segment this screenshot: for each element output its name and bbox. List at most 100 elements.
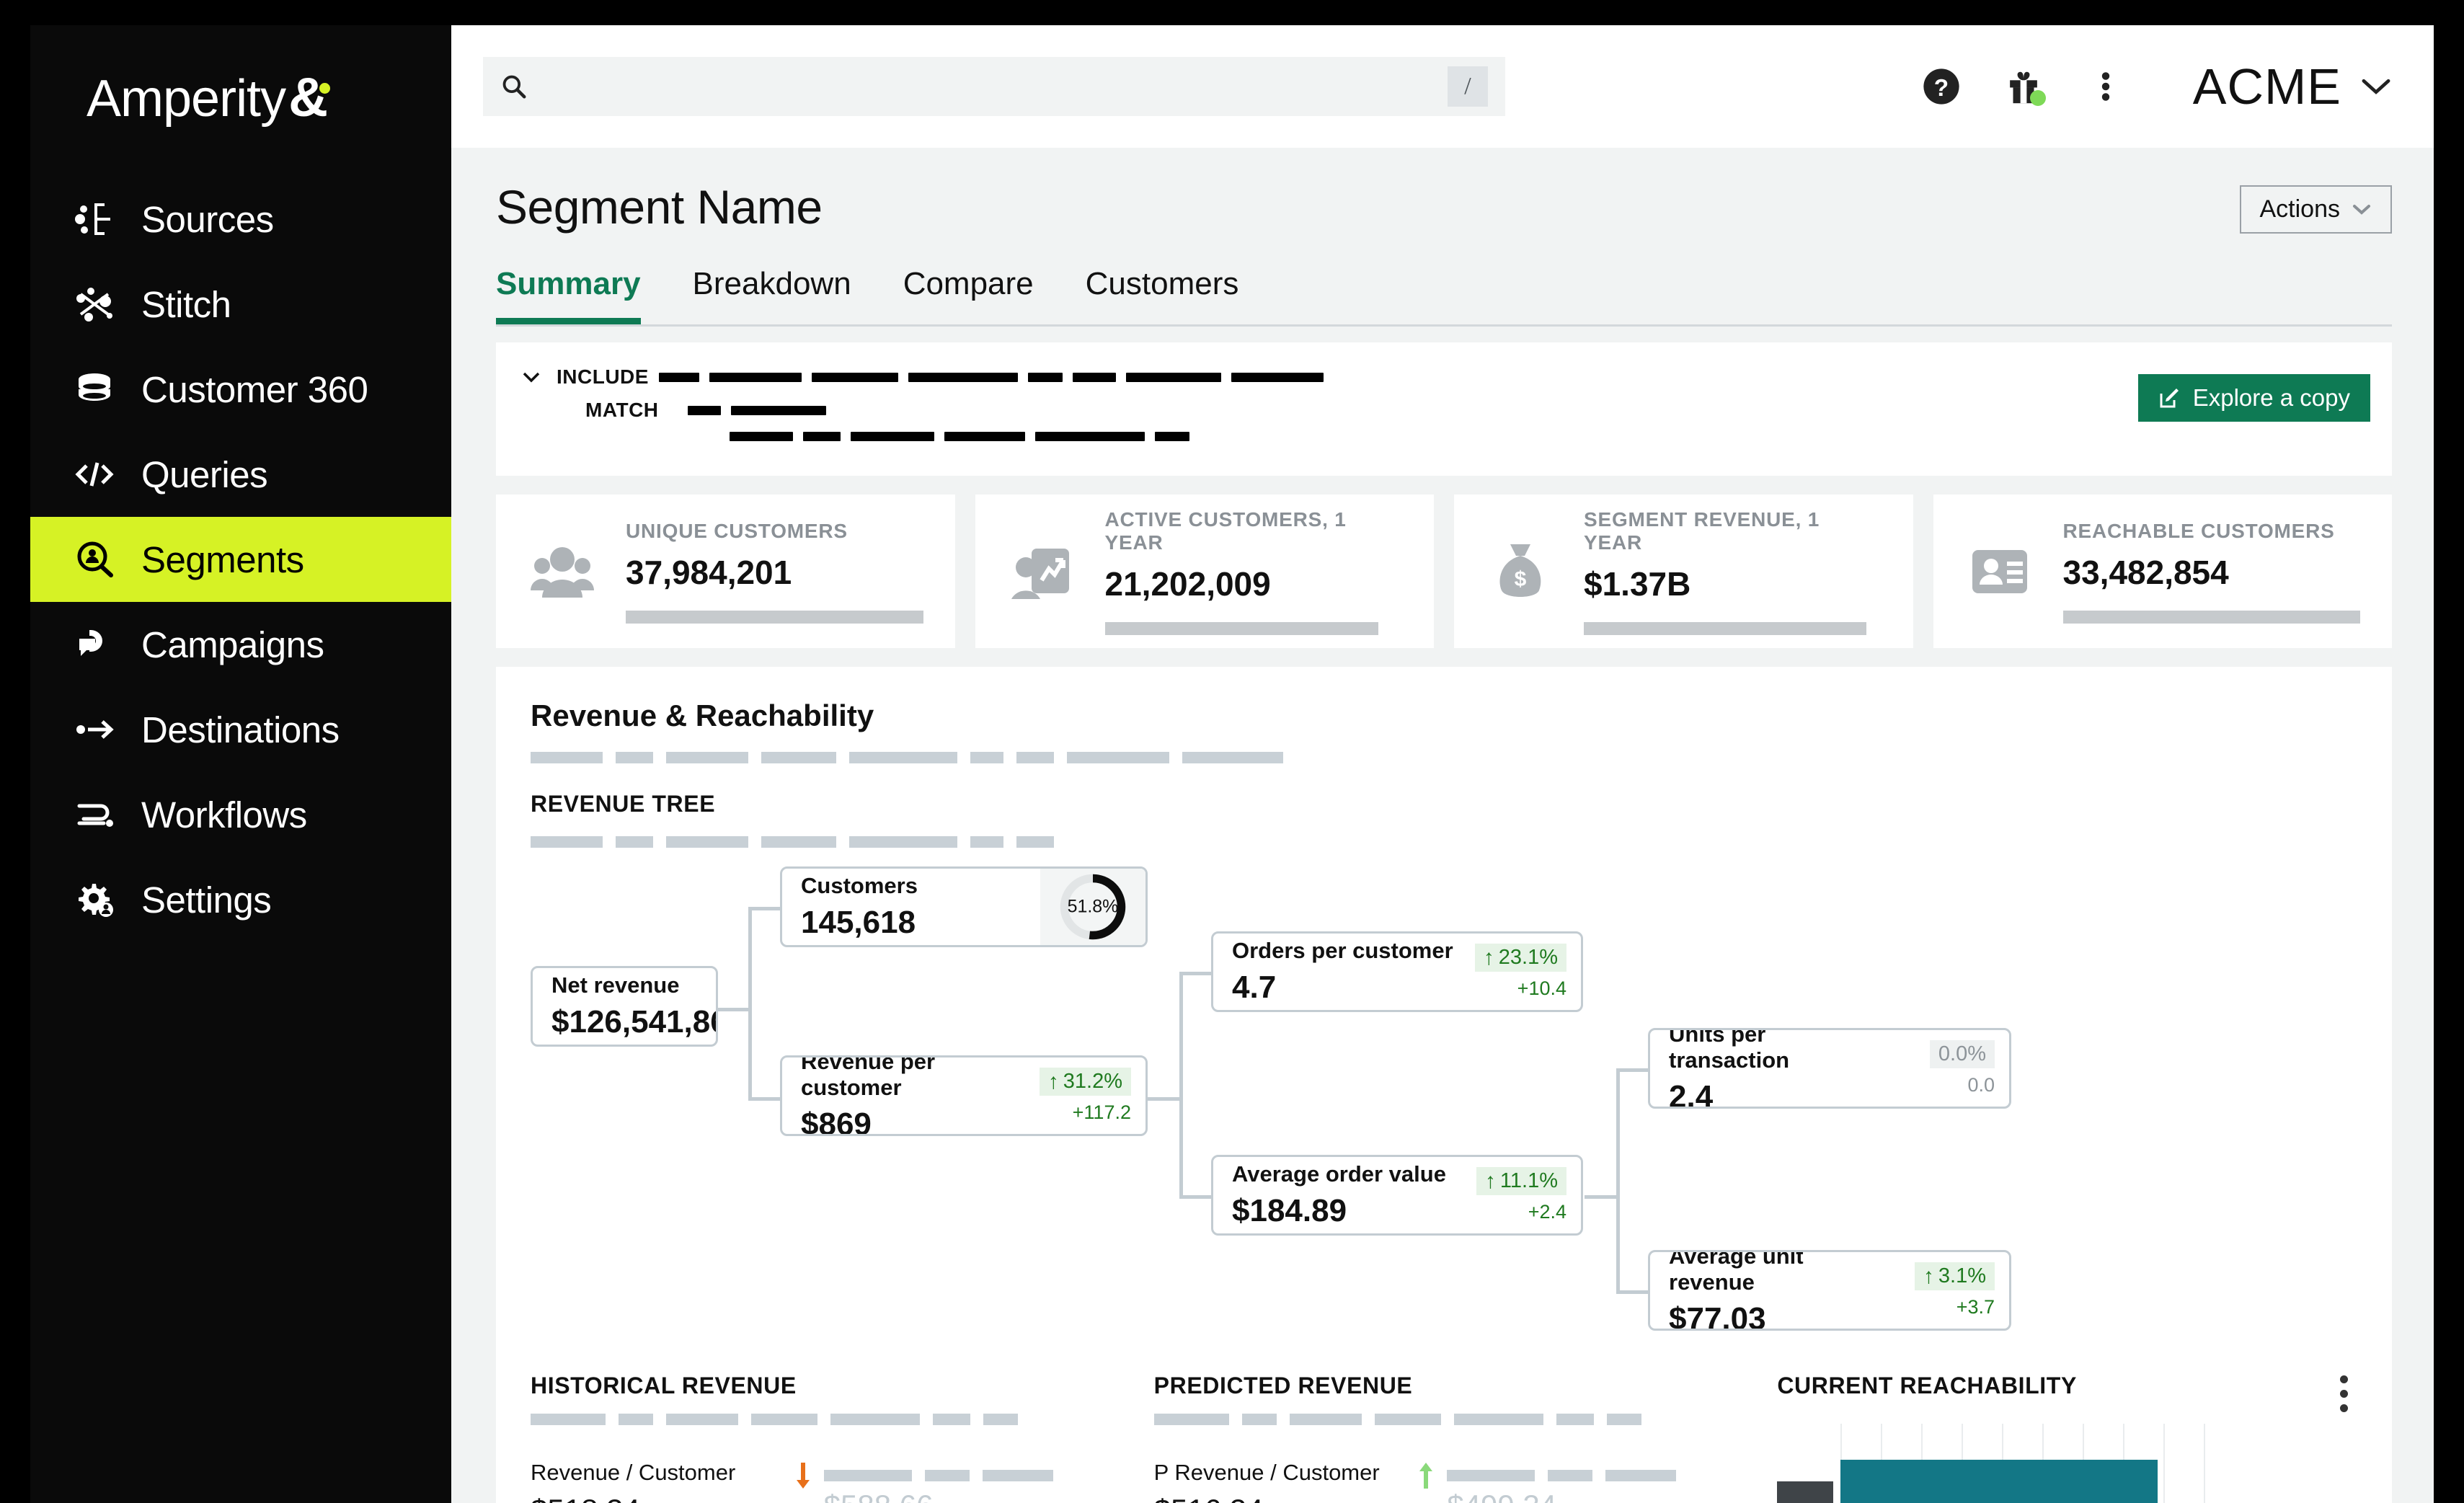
reachability-bar-chart — [1777, 1424, 2357, 1503]
criteria-extra-row — [522, 432, 2392, 441]
gift-icon[interactable] — [2003, 66, 2046, 107]
person-chart-icon — [1011, 548, 1069, 599]
delta-absolute: +2.4 — [1528, 1201, 1566, 1223]
skeleton-bar — [619, 1414, 653, 1425]
chevron-down-icon — [2353, 204, 2370, 215]
help-circle-icon[interactable]: ? — [1920, 66, 1962, 107]
sidebar-item-label: Sources — [141, 198, 274, 240]
sidebar-item-queries[interactable]: Queries — [30, 432, 451, 517]
sidebar-item-settings[interactable]: Settings — [30, 857, 451, 942]
kpi-value: 37,984,201 — [626, 553, 792, 591]
sidebar-item-destinations[interactable]: Destinations — [30, 687, 451, 772]
skeleton-bar — [849, 836, 957, 848]
delta-absolute: +10.4 — [1517, 977, 1566, 999]
tree-node-units-per-transaction[interactable]: Units per transaction 2.4 0.0% 0.0 — [1648, 1028, 2011, 1109]
search-input[interactable] — [535, 73, 1448, 100]
sidebar-item-label: Queries — [141, 453, 268, 495]
delta-percent: 3.1% — [1938, 1264, 1986, 1287]
tab-compare[interactable]: Compare — [903, 266, 1034, 324]
people-group-icon — [531, 546, 594, 598]
tree-node-net-revenue[interactable]: Net revenue $126,541,862 76.5% — [531, 966, 718, 1047]
metric-value: $518.34 — [531, 1493, 794, 1503]
tab-bar: Summary Breakdown Compare Customers — [496, 266, 2392, 324]
predicted-revenue-column: PREDICTED REVENUE P Revenue / Customer $… — [1153, 1373, 1778, 1503]
delta-absolute: +117.2 — [1072, 1101, 1131, 1123]
kpi-progress-bar — [1104, 621, 1378, 635]
kebab-menu-icon[interactable] — [2340, 1375, 2350, 1413]
tab-summary[interactable]: Summary — [496, 266, 641, 324]
tenant-name: ACME — [2192, 58, 2341, 115]
explore-a-copy-label: Explore a copy — [2192, 384, 2350, 411]
sidebar: Amperity& Sources Stitch Customer 360 Qu… — [30, 25, 451, 1503]
explore-a-copy-button[interactable]: Explore a copy — [2137, 374, 2370, 422]
redacted-bar — [944, 432, 1025, 441]
chart-gridline — [2204, 1424, 2206, 1503]
kebab-menu-icon[interactable] — [2085, 66, 2127, 107]
revenue-panel-skeleton — [531, 752, 2357, 763]
skeleton-bar — [1016, 836, 1054, 848]
tree-node-average-unit-revenue[interactable]: Average unit revenue $77.03 ↑ 3.1% +3.7 — [1648, 1250, 2011, 1331]
tree-node-orders-per-customer[interactable]: Orders per customer 4.7 ↑ 23.1% +10.4 — [1211, 931, 1583, 1012]
skeleton-bar — [761, 752, 836, 763]
brand-logo[interactable]: Amperity& — [30, 25, 451, 169]
tab-customers[interactable]: Customers — [1086, 266, 1239, 324]
tab-breakdown[interactable]: Breakdown — [693, 266, 851, 324]
chart-bar-marker — [1777, 1481, 1834, 1503]
delta-percent: 11.1% — [1499, 1169, 1558, 1192]
campaigns-icon — [79, 630, 102, 656]
skeleton-bar — [616, 752, 653, 763]
skeleton-bar — [1289, 1414, 1362, 1425]
redacted-bar — [1073, 372, 1116, 382]
actions-button[interactable]: Actions — [2239, 185, 2392, 234]
sidebar-item-segments[interactable]: Segments — [30, 517, 451, 602]
tree-node-value: $184.89 — [1232, 1193, 1347, 1228]
sidebar-item-workflows[interactable]: Workflows — [30, 772, 451, 857]
sidebar-item-customer-360[interactable]: Customer 360 — [30, 347, 451, 432]
skeleton-bar — [1447, 1470, 1535, 1481]
metric-compare-value: $588.66 — [824, 1489, 1111, 1503]
tree-node-delta: ↑ 23.1% +10.4 — [1473, 934, 1581, 1010]
skeleton-bar — [970, 836, 1003, 848]
redacted-bar — [1035, 432, 1145, 441]
delta-absolute: 0.0 — [1967, 1074, 1995, 1096]
page-content: INCLUDE MATCH Explore a copy UNIQUE CUST… — [451, 327, 2434, 1503]
bottom-metrics-row: HISTORICAL REVENUE Revenue / Customer $5… — [531, 1373, 2357, 1503]
tree-node-revenue-per-customer[interactable]: Revenue per customer $869 ↑ 31.2% +117.2 — [780, 1055, 1148, 1136]
sidebar-item-stitch[interactable]: Stitch — [30, 262, 451, 347]
criteria-include-row[interactable]: INCLUDE — [522, 365, 2392, 389]
tree-node-label: Customers — [801, 873, 918, 898]
tree-node-customers[interactable]: Customers 145,618 51.8% — [780, 866, 1148, 947]
skeleton-bar — [1548, 1470, 1593, 1481]
arrow-down-icon — [796, 1463, 810, 1489]
tree-node-value: $126,541,862 — [551, 1004, 716, 1039]
skeleton-bar — [616, 836, 653, 848]
tree-node-donut-value: 51.8% — [1068, 896, 1119, 916]
tenant-switcher[interactable]: ACME — [2193, 58, 2392, 115]
skeleton-bar — [1606, 1414, 1641, 1425]
skeleton-bar — [1556, 1414, 1594, 1425]
skeleton-bar — [924, 1470, 970, 1481]
search-box[interactable]: / — [483, 57, 1505, 116]
redacted-bar — [731, 405, 826, 415]
skeleton-bar — [1605, 1470, 1677, 1481]
redacted-bar — [1028, 372, 1063, 382]
tree-connector — [717, 1008, 751, 1011]
svg-text:?: ? — [1934, 75, 1949, 102]
tree-node-average-order-value[interactable]: Average order value $184.89 ↑ 11.1% +2.4 — [1211, 1155, 1583, 1236]
segment-criteria-panel: INCLUDE MATCH Explore a copy — [496, 342, 2392, 476]
skeleton-bar — [983, 1414, 1018, 1425]
contact-card-icon — [1972, 549, 2027, 593]
skeleton-bar — [666, 836, 748, 848]
skeleton-bar — [666, 752, 748, 763]
skeleton-bar — [531, 1414, 606, 1425]
revenue-reachability-panel: Revenue & Reachability REVENUE TREE Net … — [496, 667, 2392, 1503]
sidebar-item-campaigns[interactable]: Campaigns — [30, 602, 451, 687]
workflows-icon — [77, 804, 113, 827]
delta-pill: ↑ 3.1% — [1914, 1262, 1995, 1290]
redacted-bar — [659, 372, 699, 382]
skeleton-bar — [751, 1414, 817, 1425]
sidebar-item-sources[interactable]: Sources — [30, 177, 451, 262]
tree-node-delta: ↑ 31.2% +117.2 — [1037, 1058, 1145, 1134]
tree-node-label: Average unit revenue — [1669, 1250, 1804, 1295]
kpi-label: UNIQUE CUSTOMERS — [626, 519, 848, 542]
